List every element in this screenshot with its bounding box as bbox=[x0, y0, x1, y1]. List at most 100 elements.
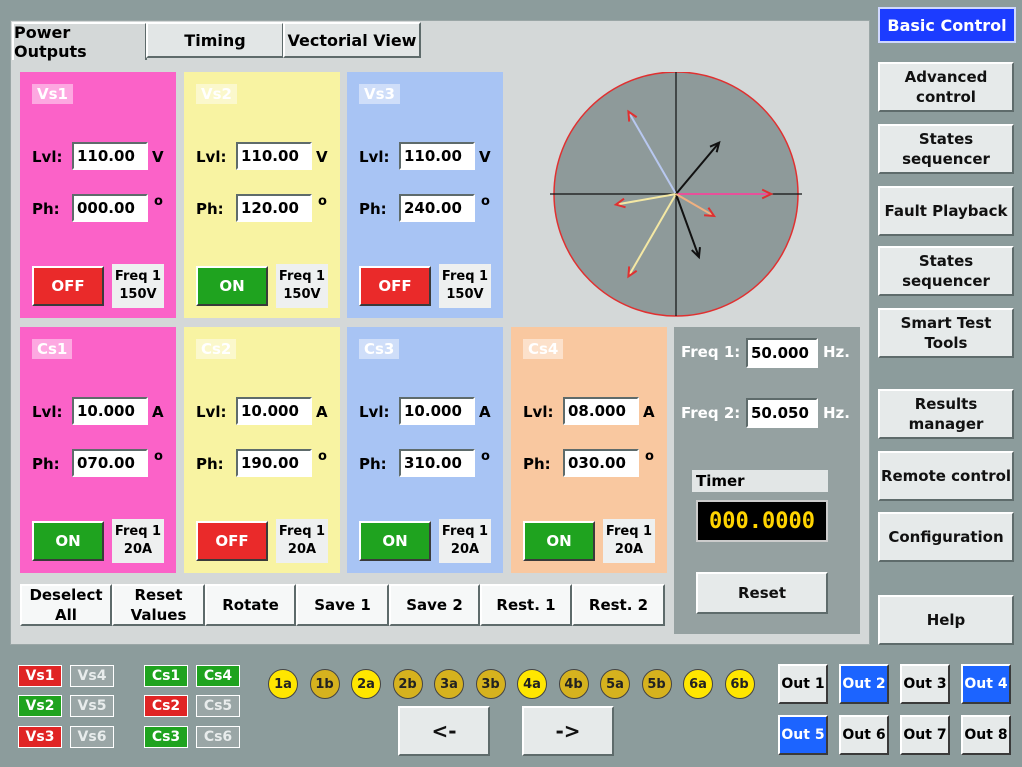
sidebar-item-results-manager-5[interactable]: Results manager bbox=[878, 389, 1014, 439]
step-5a[interactable]: 5a bbox=[600, 669, 630, 699]
step-1a[interactable]: 1a bbox=[268, 669, 298, 699]
vs1-freq-line2: 150V bbox=[119, 287, 157, 302]
sidebar-item-fault-playback-2[interactable]: Fault Playback bbox=[878, 186, 1014, 236]
sidebar-item-remote-control-6[interactable]: Remote control bbox=[878, 451, 1014, 501]
cs2-freq-line2: 20A bbox=[287, 542, 317, 557]
cs2-ph-input[interactable]: 190.00 bbox=[236, 449, 312, 477]
output-out-6[interactable]: Out 6 bbox=[839, 715, 889, 755]
vs2-freq-badge: Freq 1 150V bbox=[276, 264, 328, 308]
step-2a[interactable]: 2a bbox=[351, 669, 381, 699]
step-6b[interactable]: 6b bbox=[724, 669, 755, 699]
cs1-ph-label: Ph: bbox=[32, 455, 60, 473]
vs2-ph-input[interactable]: 120.00 bbox=[236, 194, 312, 222]
sidebar-item-help-8[interactable]: Help bbox=[878, 595, 1014, 645]
channel-cs3[interactable]: Cs3 bbox=[144, 726, 188, 748]
freq1-label: Freq 1: bbox=[681, 343, 741, 361]
timer-reset-button[interactable]: Reset bbox=[696, 572, 828, 614]
output-out-7[interactable]: Out 7 bbox=[900, 715, 950, 755]
channel-vs5[interactable]: Vs5 bbox=[70, 695, 114, 717]
vs3-toggle-button[interactable]: OFF bbox=[359, 266, 431, 306]
cs1-lvl-input[interactable]: 10.000 bbox=[72, 397, 148, 425]
cs4-ph-input[interactable]: 030.00 bbox=[563, 449, 639, 477]
cs2-name: Cs2 bbox=[196, 339, 237, 359]
bottom-button-rest-1[interactable]: Rest. 1 bbox=[480, 584, 572, 626]
cs1-ph-input[interactable]: 070.00 bbox=[72, 449, 148, 477]
cs4-freq-line2: 20A bbox=[614, 542, 644, 557]
cs4-ph-label: Ph: bbox=[523, 455, 551, 473]
channel-vs4[interactable]: Vs4 bbox=[70, 665, 114, 687]
freq2-input[interactable]: 50.050 bbox=[746, 398, 818, 428]
output-out-2[interactable]: Out 2 bbox=[839, 664, 889, 704]
channel-vs3[interactable]: Vs3 bbox=[18, 726, 62, 748]
bottom-button-rest-2[interactable]: Rest. 2 bbox=[572, 584, 665, 626]
vs1-toggle-button[interactable]: OFF bbox=[32, 266, 104, 306]
sidebar-item-states-sequencer-3[interactable]: States sequencer bbox=[878, 246, 1014, 296]
channel-cs4[interactable]: Cs4 bbox=[196, 665, 240, 687]
output-out-1[interactable]: Out 1 bbox=[778, 664, 828, 704]
step-2b[interactable]: 2b bbox=[392, 669, 423, 699]
vs2-panel: Vs2 Lvl: 110.00 V Ph: 120.00 o ON Freq 1 150V bbox=[184, 72, 340, 318]
channel-cs1[interactable]: Cs1 bbox=[144, 665, 188, 687]
channel-vs2[interactable]: Vs2 bbox=[18, 695, 62, 717]
vs1-lvl-input[interactable]: 110.00 bbox=[72, 142, 148, 170]
sidebar-item-states-sequencer-1[interactable]: States sequencer bbox=[878, 124, 1014, 174]
cs1-lvl-unit: A bbox=[152, 403, 164, 421]
step-3b[interactable]: 3b bbox=[475, 669, 506, 699]
bottom-button-save-1[interactable]: Save 1 bbox=[296, 584, 389, 626]
cs2-freq-line1: Freq 1 bbox=[278, 524, 326, 539]
cs1-ph-unit: o bbox=[154, 449, 163, 464]
vs1-name: Vs1 bbox=[32, 84, 73, 104]
sidebar-item-configuration-7[interactable]: Configuration bbox=[878, 512, 1014, 562]
step-5b[interactable]: 5b bbox=[641, 669, 672, 699]
tab-timing[interactable]: Timing bbox=[146, 22, 284, 58]
vs3-ph-input[interactable]: 240.00 bbox=[399, 194, 475, 222]
cs2-ph-unit: o bbox=[318, 449, 327, 464]
next-button[interactable]: -> bbox=[522, 706, 614, 756]
vs2-ph-unit: o bbox=[318, 194, 327, 209]
step-3a[interactable]: 3a bbox=[434, 669, 464, 699]
basic-control-header[interactable]: Basic Control bbox=[878, 7, 1016, 43]
step-4a[interactable]: 4a bbox=[517, 669, 547, 699]
tab-vectorial-view[interactable]: Vectorial View bbox=[283, 22, 421, 58]
channel-vs6[interactable]: Vs6 bbox=[70, 726, 114, 748]
vs2-lvl-input[interactable]: 110.00 bbox=[236, 142, 312, 170]
step-1b[interactable]: 1b bbox=[309, 669, 340, 699]
vs3-lvl-input[interactable]: 110.00 bbox=[399, 142, 475, 170]
bottom-button-deselect-all[interactable]: Deselect All bbox=[20, 584, 112, 626]
output-out-3[interactable]: Out 3 bbox=[900, 664, 950, 704]
output-out-5[interactable]: Out 5 bbox=[778, 715, 828, 755]
tab-power-outputs[interactable]: Power Outputs bbox=[12, 22, 147, 61]
cs2-toggle-button[interactable]: OFF bbox=[196, 521, 268, 561]
cs1-toggle-button[interactable]: ON bbox=[32, 521, 104, 561]
channel-cs6[interactable]: Cs6 bbox=[196, 726, 240, 748]
cs4-toggle-button[interactable]: ON bbox=[523, 521, 595, 561]
cs3-toggle-button[interactable]: ON bbox=[359, 521, 431, 561]
cs4-ph-unit: o bbox=[645, 449, 654, 464]
bottom-button-rotate[interactable]: Rotate bbox=[205, 584, 296, 626]
channel-vs1[interactable]: Vs1 bbox=[18, 665, 62, 687]
bottom-button-save-2[interactable]: Save 2 bbox=[389, 584, 480, 626]
cs4-freq-badge: Freq 1 20A bbox=[603, 519, 655, 563]
vs2-toggle-button[interactable]: ON bbox=[196, 266, 268, 306]
step-4b[interactable]: 4b bbox=[558, 669, 589, 699]
cs2-lvl-input[interactable]: 10.000 bbox=[236, 397, 312, 425]
vs1-lvl-label: Lvl: bbox=[32, 148, 63, 166]
channel-cs5[interactable]: Cs5 bbox=[196, 695, 240, 717]
cs3-lvl-input[interactable]: 10.000 bbox=[399, 397, 475, 425]
output-out-4[interactable]: Out 4 bbox=[961, 664, 1011, 704]
freq1-input[interactable]: 50.000 bbox=[746, 338, 818, 368]
prev-button[interactable]: <- bbox=[398, 706, 490, 756]
cs4-panel: Cs4 Lvl: 08.000 A Ph: 030.00 o ON Freq 1 20A bbox=[511, 327, 667, 573]
cs3-freq-line2: 20A bbox=[450, 542, 480, 557]
freq2-label: Freq 2: bbox=[681, 404, 741, 422]
cs4-lvl-input[interactable]: 08.000 bbox=[563, 397, 639, 425]
vs3-lvl-label: Lvl: bbox=[359, 148, 390, 166]
vs1-ph-input[interactable]: 000.00 bbox=[72, 194, 148, 222]
bottom-button-reset-values[interactable]: Reset Values bbox=[112, 584, 205, 626]
sidebar-item-advanced-control-0[interactable]: Advanced control bbox=[878, 62, 1014, 112]
cs3-ph-input[interactable]: 310.00 bbox=[399, 449, 475, 477]
channel-cs2[interactable]: Cs2 bbox=[144, 695, 188, 717]
output-out-8[interactable]: Out 8 bbox=[961, 715, 1011, 755]
step-6a[interactable]: 6a bbox=[683, 669, 713, 699]
sidebar-item-smart-test-tools-4[interactable]: Smart Test Tools bbox=[878, 308, 1014, 358]
